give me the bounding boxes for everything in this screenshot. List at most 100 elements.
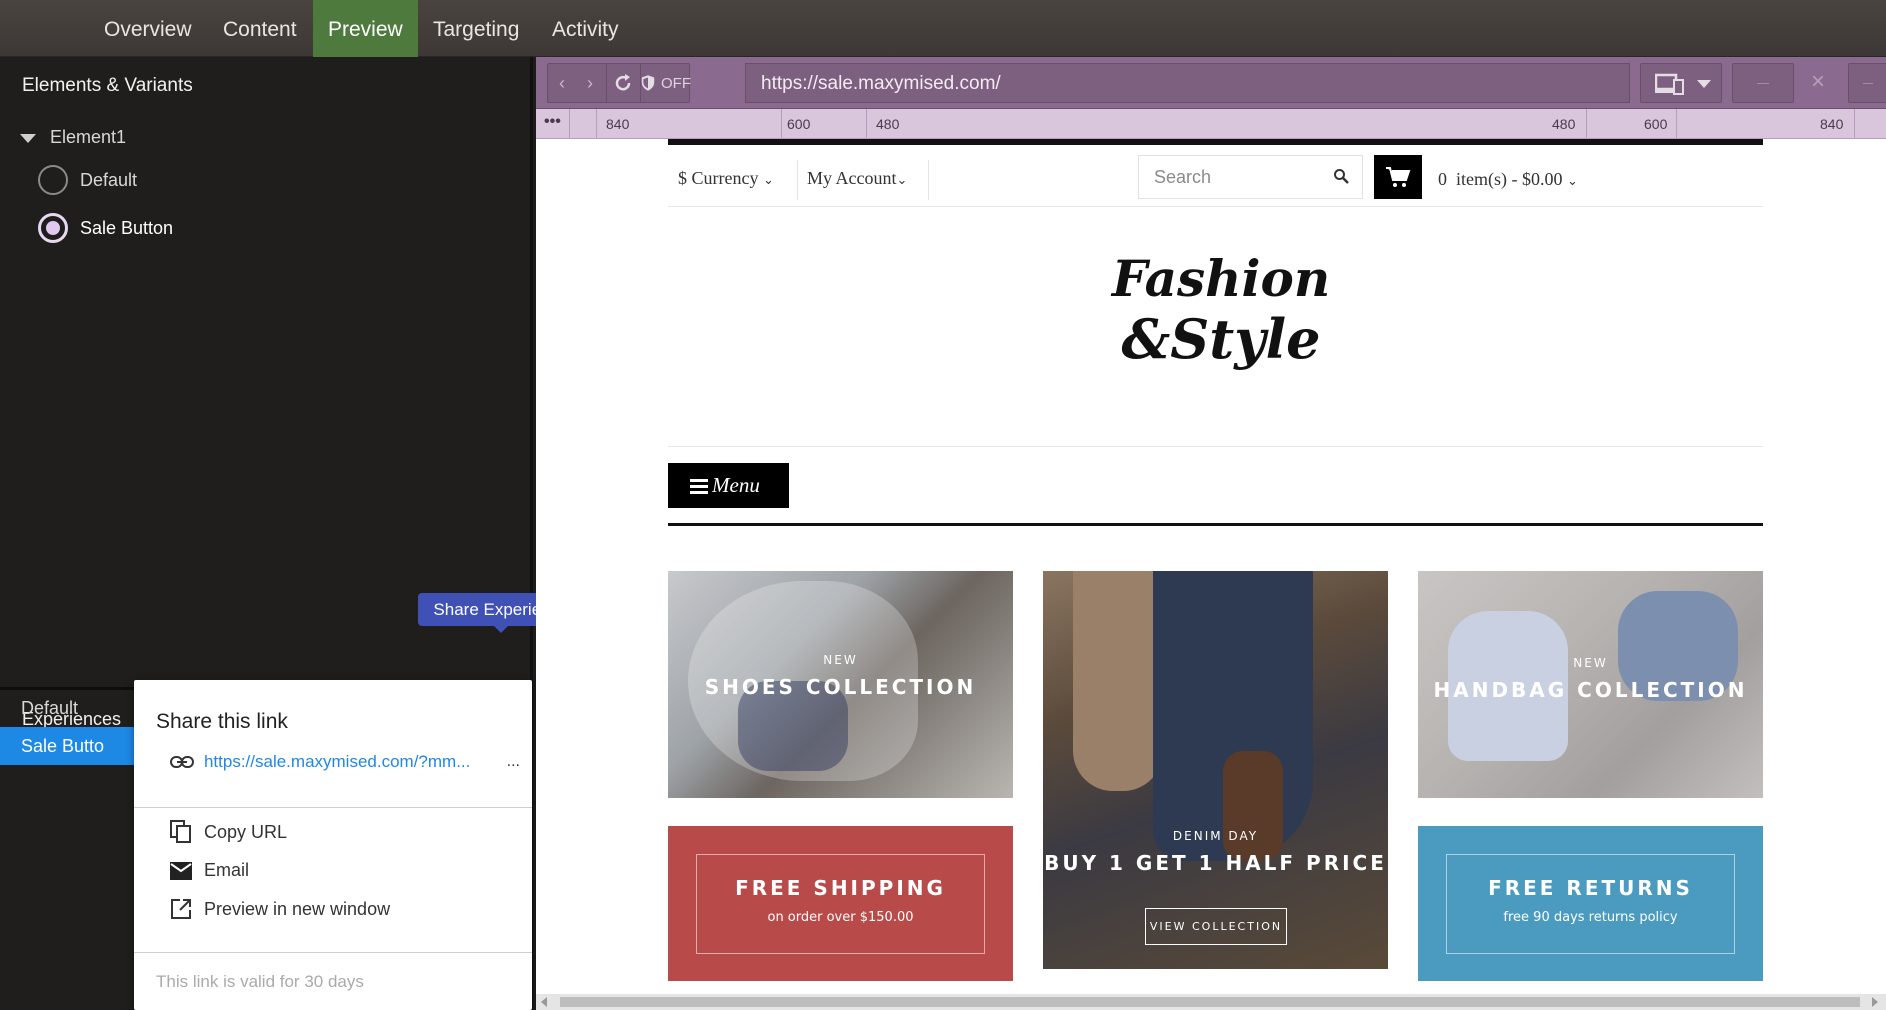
cart-button[interactable] (1374, 155, 1422, 199)
variant-default[interactable]: Default (38, 165, 137, 195)
ruler-menu-icon[interactable]: ••• (544, 113, 561, 131)
ruler-label: 480 (876, 116, 900, 132)
tab-targeting[interactable]: Targeting (418, 0, 534, 57)
scroll-left-icon[interactable] (541, 997, 547, 1007)
more-options-button[interactable]: ... (507, 753, 520, 771)
variant-label: Default (80, 169, 138, 190)
devices-icon (1655, 73, 1684, 95)
panel-title: Elements & Variants (22, 75, 193, 96)
site-header: $ Currency ⌄ My Account⌄ Search 0 item(s… (668, 145, 1763, 207)
radio-unchecked-icon[interactable] (38, 165, 68, 195)
responsive-ruler[interactable]: ••• 840 600 480 480 600 840 (536, 109, 1886, 139)
tab-activity[interactable]: Activity (537, 0, 634, 57)
device-selector[interactable] (1640, 63, 1722, 103)
preview-new-window-button[interactable]: Preview in new window (170, 898, 390, 920)
collapse-triangle-icon[interactable] (20, 133, 36, 143)
shoes-collection-banner[interactable]: NEW SHOES COLLECTION (668, 571, 1013, 798)
copy-icon (170, 820, 191, 843)
ruler-label: 840 (606, 116, 630, 132)
currency-dropdown[interactable]: $ Currency ⌄ (678, 168, 774, 189)
element-row[interactable]: Element1 (20, 127, 126, 148)
divider (134, 807, 532, 808)
chevron-down-icon: ⌄ (1566, 173, 1578, 188)
view-collection-button[interactable]: VIEW COLLECTION (1145, 908, 1287, 945)
element-label: Element1 (50, 127, 127, 147)
free-shipping-banner[interactable]: FREE SHIPPING on order over $150.00 (668, 826, 1013, 981)
minimize-icon (1757, 83, 1769, 84)
variant-sale-button[interactable]: Sale Button (38, 213, 173, 243)
url-field[interactable]: https://sale.maxymised.com/ (745, 63, 1630, 103)
site-search-input[interactable]: Search (1138, 155, 1363, 199)
experience-item-default[interactable]: Default (0, 689, 140, 727)
banner-kicker: NEW (1573, 656, 1608, 670)
ruler-label: 600 (1644, 116, 1668, 132)
email-icon (170, 861, 192, 880)
tab-preview[interactable]: Preview (313, 0, 418, 57)
protection-toggle[interactable]: OFF (640, 64, 691, 102)
share-popup-title: Share this link (156, 710, 288, 733)
minimize-button[interactable] (1732, 63, 1794, 103)
open-new-window-icon (171, 899, 191, 919)
scroll-right-icon[interactable] (1872, 997, 1878, 1007)
radio-checked-icon[interactable] (38, 213, 68, 243)
menu-separator (668, 446, 1763, 447)
currency-label: $ Currency (678, 168, 759, 188)
horizontal-scrollbar[interactable] (536, 994, 1886, 1010)
cart-summary[interactable]: 0 item(s) - $0.00 ⌄ (1438, 169, 1578, 190)
reload-icon[interactable] (606, 64, 638, 102)
banner-photo-shape (1223, 751, 1283, 861)
copy-url-button[interactable]: Copy URL (170, 820, 287, 844)
ruler-tick (596, 109, 597, 139)
denim-day-banner[interactable]: DENIM DAY BUY 1 GET 1 HALF PRICE VIEW CO… (1043, 571, 1388, 969)
share-link[interactable]: https://sale.maxymised.com/?mm... (204, 752, 499, 772)
ruler-tick (866, 109, 867, 139)
chevron-down-icon: ⌄ (896, 172, 908, 187)
divider (134, 952, 532, 953)
browser-toolbar: ‹ › OFF https://sale.maxymised.com/ × (536, 57, 1886, 109)
tab-content[interactable]: Content (208, 0, 312, 57)
site-preview: $ Currency ⌄ My Account⌄ Search 0 item(s… (536, 139, 1886, 994)
dropdown-caret-icon (1697, 80, 1711, 88)
chevron-down-icon: ⌄ (762, 172, 774, 187)
forward-icon[interactable]: › (576, 64, 604, 102)
link-icon (170, 756, 194, 768)
close-icon[interactable]: × (1798, 63, 1838, 101)
email-button[interactable]: Email (170, 860, 249, 881)
ruler-tick (781, 109, 782, 139)
experience-item-sale-button[interactable]: Sale Butto (0, 727, 140, 765)
banner-heading: SHOES COLLECTION (704, 675, 977, 699)
banner-kicker: NEW (823, 653, 858, 667)
ruler-tick (1854, 109, 1855, 139)
share-popup: Share this link https://sale.maxymised.c… (134, 680, 532, 1010)
shield-icon (641, 75, 655, 91)
protection-status: OFF (661, 74, 691, 92)
menu-button[interactable]: Menu (668, 463, 789, 508)
account-dropdown[interactable]: My Account⌄ (807, 168, 907, 189)
top-navigation: Overview Content Preview Targeting Activ… (0, 0, 1886, 57)
extra-button[interactable] (1848, 63, 1886, 103)
back-icon[interactable]: ‹ (548, 64, 576, 102)
fashion-style-logo[interactable]: Fashion &Style (1101, 234, 1341, 384)
handbag-collection-banner[interactable]: NEW HANDBAG COLLECTION (1418, 571, 1763, 798)
search-icon[interactable] (1333, 168, 1349, 184)
banner-heading: FREE RETURNS (1488, 876, 1693, 900)
menu-bottom-line (668, 523, 1763, 526)
header-separator (928, 160, 929, 200)
scrollbar-thumb[interactable] (560, 997, 1860, 1007)
ruler-label: 480 (1552, 116, 1576, 132)
banner-heading: BUY 1 GET 1 HALF PRICE (1044, 851, 1387, 875)
ruler-tick (1586, 109, 1587, 139)
banner-subtext: on order over $150.00 (767, 910, 914, 925)
banner-frame (696, 854, 985, 954)
menu-label: Menu (712, 473, 760, 497)
variant-label: Sale Button (80, 217, 174, 238)
banner-heading: HANDBAG COLLECTION (1433, 678, 1748, 702)
ruler-label: 600 (787, 116, 811, 132)
ruler-tick (1676, 109, 1677, 139)
email-label: Email (204, 860, 250, 880)
ruler-tick (569, 109, 570, 139)
tab-overview[interactable]: Overview (89, 0, 207, 57)
shopping-cart-icon (1386, 167, 1411, 187)
banner-kicker: DENIM DAY (1172, 829, 1259, 843)
free-returns-banner[interactable]: FREE RETURNS free 90 days returns policy (1418, 826, 1763, 981)
